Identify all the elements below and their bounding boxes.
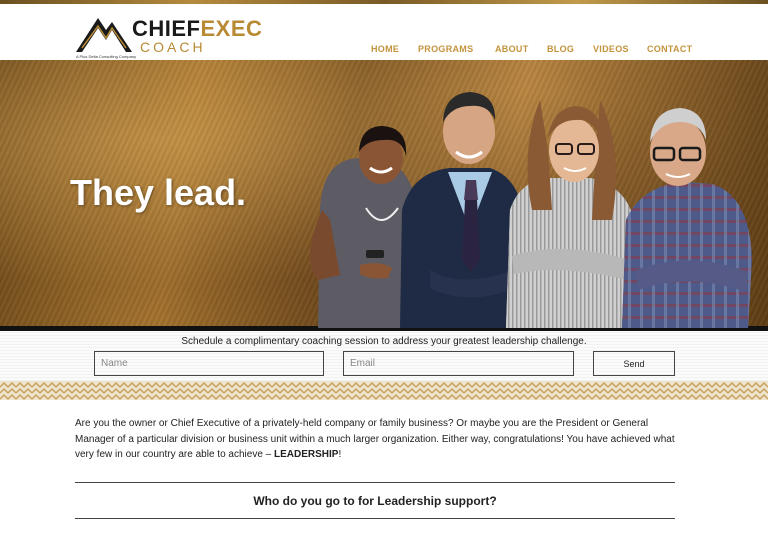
- divider-bottom: [75, 518, 675, 519]
- logo[interactable]: CHIEFEXEC COACH A Plus Delta Consulting …: [76, 12, 266, 59]
- nav-videos[interactable]: VIDEOS: [593, 44, 629, 54]
- send-button[interactable]: Send: [593, 351, 675, 376]
- intro-emphasis: LEADERSHIP: [274, 449, 339, 460]
- person-man-navy-cardigan: [400, 92, 526, 328]
- intro-end: !: [338, 449, 342, 460]
- person-woman-striped-shirt: [506, 100, 636, 328]
- hero-title: They lead.: [70, 172, 247, 213]
- intro-text: Are you the owner or Chief Executive of …: [75, 418, 675, 460]
- divider-top: [75, 482, 675, 483]
- person-man-plaid-shirt: [622, 108, 752, 328]
- decorative-zigzag-band: [0, 381, 768, 400]
- site-header: CHIEFEXEC COACH A Plus Delta Consulting …: [0, 4, 768, 60]
- schedule-form-section: Schedule a complimentary coaching sessio…: [0, 331, 768, 381]
- intro-paragraph: Are you the owner or Chief Executive of …: [75, 416, 685, 463]
- logo-tagline: A Plus Delta Consulting Company: [76, 54, 137, 59]
- nav-home[interactable]: HOME: [371, 44, 399, 54]
- logo-chief-text: CHIEF: [132, 16, 201, 41]
- hero-banner: They lead.: [0, 60, 768, 328]
- mountain-logo-icon: [76, 18, 132, 52]
- nav-blog[interactable]: BLOG: [547, 44, 574, 54]
- logo-exec-text: EXEC: [200, 16, 263, 41]
- email-field[interactable]: [343, 351, 574, 376]
- logo-coach-text: COACH: [140, 39, 206, 55]
- nav-about[interactable]: ABOUT: [495, 44, 529, 54]
- nav-programs[interactable]: PROGRAMS: [418, 44, 473, 54]
- nav-contact[interactable]: CONTACT: [647, 44, 692, 54]
- name-field[interactable]: [94, 351, 324, 376]
- zigzag-pattern-icon: [0, 381, 768, 400]
- leadership-support-heading: Who do you go to for Leadership support?: [253, 494, 497, 508]
- schedule-text: Schedule a complimentary coaching sessio…: [181, 336, 587, 347]
